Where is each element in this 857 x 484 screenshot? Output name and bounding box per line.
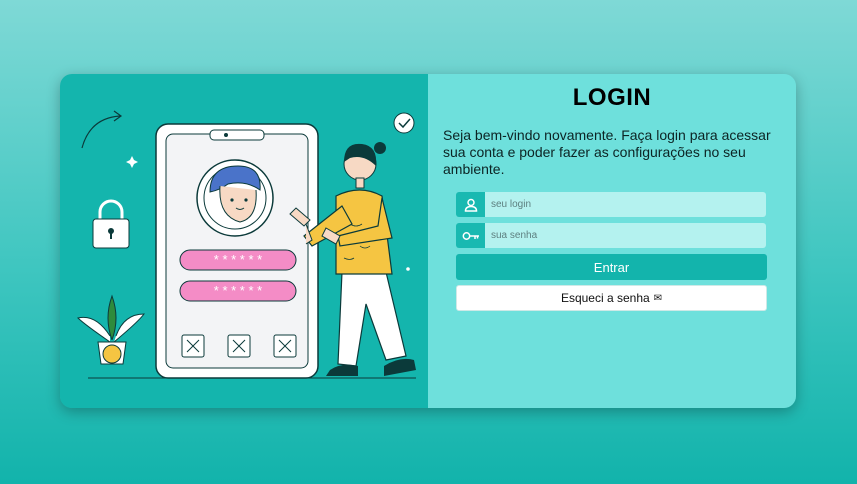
password-mask-1-text: * * * * * *	[214, 252, 262, 267]
username-input[interactable]	[485, 192, 766, 217]
enter-button[interactable]: Entrar	[456, 254, 767, 280]
check-badge-icon	[393, 112, 415, 134]
illustration-panel: * * * * * * * * * * * *	[60, 74, 428, 408]
password-input[interactable]	[485, 223, 766, 248]
forgot-password-button[interactable]: Esqueci a senha ✉	[456, 285, 767, 311]
avatar-illustration	[196, 159, 274, 237]
mail-icon: ✉	[653, 292, 663, 304]
plant-icon	[77, 294, 146, 365]
password-mask-1: * * * * * *	[179, 249, 297, 271]
password-mask-2-text: * * * * * *	[214, 283, 262, 298]
x-boxes-illustration	[181, 334, 297, 358]
login-title: LOGIN	[572, 84, 652, 111]
username-field	[456, 192, 766, 217]
phone-illustration: * * * * * * * * * * * *	[155, 123, 319, 379]
user-icon	[456, 192, 485, 217]
key-icon	[456, 223, 485, 248]
login-card: * * * * * * * * * * * * LOGIN Seja bem-v…	[60, 74, 796, 408]
password-field	[456, 223, 766, 248]
forgot-password-label: Esqueci a senha	[560, 291, 650, 305]
login-illustration: * * * * * * * * * * * *	[77, 110, 416, 379]
padlock-icon	[92, 199, 130, 249]
password-mask-2: * * * * * *	[179, 280, 297, 302]
login-panel: LOGIN Seja bem-vindo novamente. Faça log…	[428, 74, 796, 408]
welcome-text: Seja bem-vindo novamente. Faça login par…	[443, 127, 771, 177]
